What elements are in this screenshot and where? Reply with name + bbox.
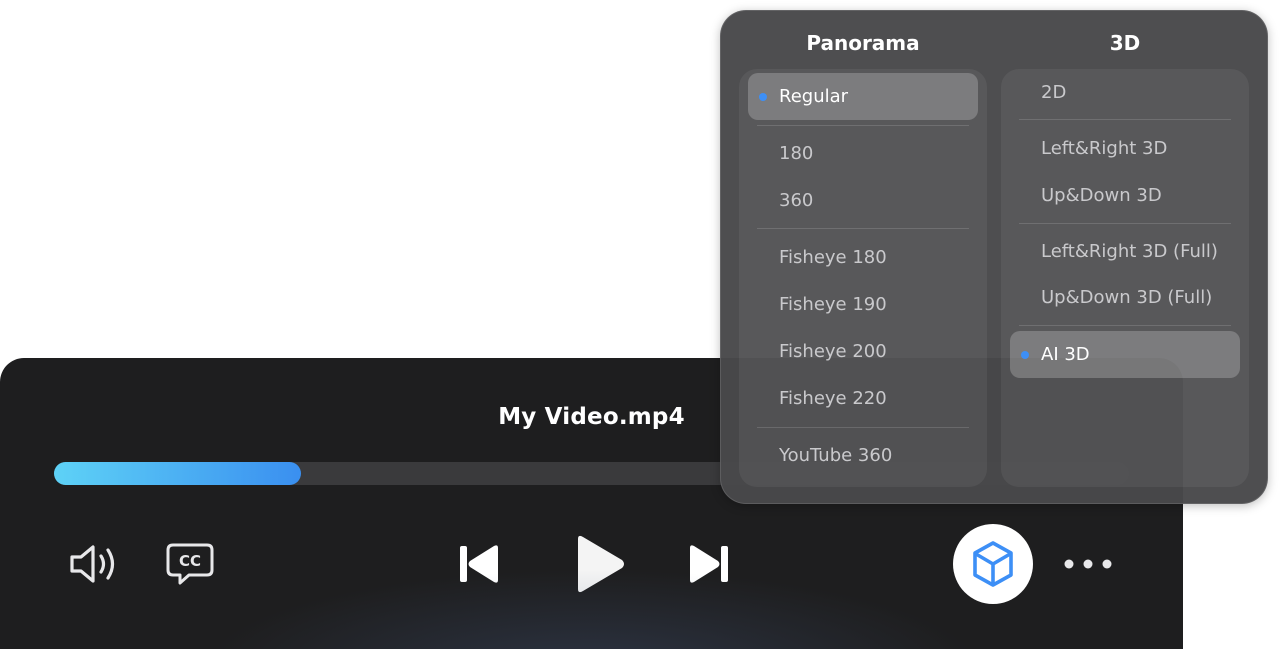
menu-item-fisheye-190[interactable]: Fisheye 190 xyxy=(748,281,978,328)
divider xyxy=(757,228,969,229)
play-icon xyxy=(578,535,624,593)
selected-dot xyxy=(759,93,767,101)
panorama-column: Regular 180 360 Fisheye 180 Fisheye 190 xyxy=(739,69,987,487)
stage: My Video.mp4 CC Panorama 3D Regular 180 … xyxy=(0,0,1280,649)
menu-item-2d[interactable]: 2D xyxy=(1010,69,1240,116)
menu-item-label: Fisheye 220 xyxy=(779,388,887,409)
captions-button[interactable]: CC xyxy=(162,540,218,588)
menu-item-ai-3d[interactable]: AI 3D xyxy=(1010,331,1240,378)
menu-item-180[interactable]: 180 xyxy=(748,130,978,177)
menu-item-label: 2D xyxy=(1041,82,1067,103)
menu-item-fisheye-220[interactable]: Fisheye 220 xyxy=(748,375,978,422)
cc-icon: CC xyxy=(166,543,214,585)
menu-item-label: AI 3D xyxy=(1041,344,1090,365)
divider xyxy=(1019,325,1231,326)
menu-item-label: Left&Right 3D xyxy=(1041,138,1168,159)
skip-previous-icon xyxy=(460,545,498,583)
skip-next-icon xyxy=(690,545,728,583)
view-mode-menu: Panorama 3D Regular 180 360 Fisheye 180 xyxy=(720,10,1268,504)
3d-column: 2D Left&Right 3D Up&Down 3D Left&Right 3… xyxy=(1001,69,1249,487)
speaker-icon xyxy=(70,545,115,583)
3d-header: 3D xyxy=(1109,31,1141,55)
selected-dot xyxy=(1021,351,1029,359)
menu-item-up-down-3d[interactable]: Up&Down 3D xyxy=(1010,172,1240,219)
3d-mode-button[interactable] xyxy=(953,524,1033,604)
menu-item-label: 180 xyxy=(779,143,814,164)
menu-item-label: Fisheye 190 xyxy=(779,294,887,315)
menu-item-label: 360 xyxy=(779,190,814,211)
cube-icon xyxy=(973,541,1013,587)
progress-fill xyxy=(54,462,302,485)
divider xyxy=(1019,119,1231,120)
menu-item-left-right-3d-full[interactable]: Left&Right 3D (Full) xyxy=(1010,228,1240,275)
volume-button[interactable] xyxy=(66,540,122,588)
menu-item-label: YouTube 360 xyxy=(779,445,893,466)
menu-item-fisheye-200[interactable]: Fisheye 200 xyxy=(748,328,978,375)
menu-item-fisheye-180[interactable]: Fisheye 180 xyxy=(748,234,978,281)
menu-item-360[interactable]: 360 xyxy=(748,177,978,224)
panorama-header: Panorama xyxy=(806,31,920,55)
menu-item-label: Left&Right 3D (Full) xyxy=(1041,241,1218,262)
menu-item-label: Fisheye 180 xyxy=(779,247,887,268)
menu-item-youtube-360[interactable]: YouTube 360 xyxy=(748,432,978,479)
divider xyxy=(757,427,969,428)
menu-item-up-down-3d-full[interactable]: Up&Down 3D (Full) xyxy=(1010,274,1240,321)
previous-button[interactable] xyxy=(450,540,506,588)
cc-icon-label: CC xyxy=(179,552,201,570)
more-button[interactable] xyxy=(1060,548,1116,580)
menu-item-label: Up&Down 3D (Full) xyxy=(1041,287,1213,308)
menu-item-left-right-3d[interactable]: Left&Right 3D xyxy=(1010,125,1240,172)
menu-item-regular[interactable]: Regular xyxy=(748,73,978,120)
divider xyxy=(1019,223,1231,224)
play-button[interactable] xyxy=(566,530,630,598)
menu-item-label: Up&Down 3D xyxy=(1041,185,1162,206)
next-button[interactable] xyxy=(682,540,738,588)
menu-item-label: Fisheye 200 xyxy=(779,341,887,362)
menu-item-label: Regular xyxy=(779,86,849,107)
more-dots-icon xyxy=(1064,559,1112,569)
divider xyxy=(757,125,969,126)
